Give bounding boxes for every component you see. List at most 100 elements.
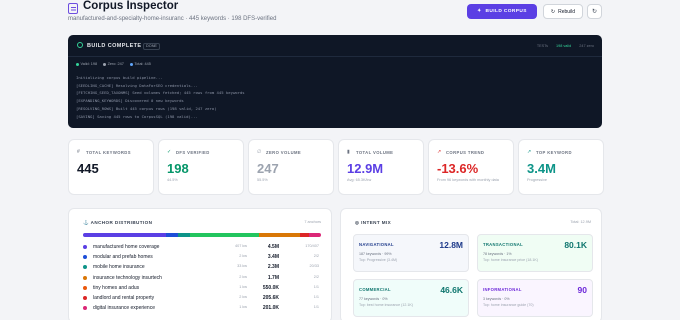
panel-title: ◎ INTENT MIX [355, 220, 392, 225]
build-corpus-button[interactable]: ✦ BUILD CORPUS [467, 4, 537, 19]
kpi-sub: 44.5% [167, 178, 178, 182]
empty-set-icon: ∅ [257, 149, 262, 155]
stat-valid: 198 valid [556, 44, 572, 48]
check-icon: ✓ [167, 149, 172, 155]
page-title: Corpus Inspector [83, 0, 179, 12]
bar-chart-icon: ▮ [347, 149, 350, 155]
intent-value: 12.8M [439, 240, 463, 250]
anchor-row[interactable]: digital insurance experience 1 kw 201.0K 1/… [83, 304, 321, 313]
rebuild-button[interactable]: ↻ Rebuild [543, 4, 583, 19]
anchor-name: modular and prefab homes [93, 254, 153, 261]
anchor-name: landlord and rental property [93, 295, 155, 301]
trend-icon: ↗ [527, 149, 532, 155]
intent-mix-panel: ◎ INTENT MIX Total: 12.9M NAVIGATIONAL 1… [340, 208, 602, 320]
anchor-name: mobile home insurance [93, 264, 145, 271]
anchor-keyword-count: 1 kw [239, 305, 247, 310]
intent-label: TRANSACTIONAL [483, 242, 523, 247]
intent-top: Top: home insurance price (18.1K) [483, 258, 538, 262]
legend-zero: Zero: 247 [103, 62, 124, 66]
terminal-legend: Valid: 198 Zero: 247 Total: 445 [76, 62, 151, 66]
anchor-name: digital insurance experience [93, 305, 155, 312]
intent-top: Top: home insurance guide (70) [483, 303, 534, 307]
stat-tests: TESTs [536, 44, 549, 48]
kpi-dfs-verified: ✓ DFS VERIFIED 198 44.5% [158, 139, 244, 195]
intent-count: 187 keywords · 99% [359, 252, 392, 256]
anchor-volume: 1.7M [267, 274, 279, 281]
status-badge: DONE [143, 42, 160, 50]
log-line: [FETCHING_SEED_TAXONMS] Seed volumes fet… [76, 90, 245, 96]
kpi-total-keywords: # TOTAL KEYWORDS 445 [68, 139, 154, 195]
document-icon [68, 3, 78, 14]
kpi-label: TOTAL VOLUME [356, 150, 394, 155]
anchor-name: manufactured home coverage [93, 244, 160, 250]
build-log-terminal: BUILD COMPLETE DONE TESTs 198 valid 247 … [68, 35, 602, 128]
kpi-value: 247 [257, 161, 279, 176]
anchor-ratio: 170/407 [305, 244, 319, 248]
anchor-volume: 2.3M [267, 264, 279, 271]
intent-card-informational[interactable]: INFORMATIONAL 90 3 keywords · 0% Top: ho… [477, 279, 593, 317]
log-output: Initializing corpus build pipeline... [S… [76, 74, 594, 120]
anchor-ratio: 1/1 [313, 284, 319, 289]
kpi-label: ZERO VOLUME [266, 150, 302, 155]
anchor-color-dot [83, 255, 87, 260]
intent-count: 78 keywords · 1% [483, 252, 512, 256]
anchor-ratio: 2/2 [313, 254, 319, 259]
intent-value: 46.6K [440, 285, 463, 295]
kpi-label: DFS VERIFIED [176, 150, 210, 155]
anchor-color-dot [83, 306, 87, 311]
intent-count: 77 keywords · 0% [359, 297, 388, 301]
intent-label: COMMERCIAL [359, 287, 391, 292]
anchor-color-dot [83, 245, 87, 249]
panel-meta: Total: 12.9M [570, 220, 591, 224]
intent-value: 80.1K [564, 240, 587, 250]
kpi-zero-volume: ∅ ZERO VOLUME 247 55.5% [248, 139, 334, 195]
anchor-row[interactable]: mobile home insurance 33 kw 2.3M 20/33 [83, 263, 321, 272]
anchor-name: tiny homes and adus [93, 284, 140, 291]
anchor-bar-segment [190, 233, 260, 237]
anchor-row[interactable]: insurance technology insurtech 2 kw 1.7M 2/… [83, 274, 321, 283]
anchor-bar-segment [299, 233, 310, 237]
intent-card-commercial[interactable]: COMMERCIAL 46.6K 77 keywords · 0% Top: b… [353, 279, 469, 317]
kpi-total-volume: ▮ TOTAL VOLUME 12.9M Avg: 65.3K/kw [338, 139, 424, 195]
anchor-row[interactable]: modular and prefab homes 2 kw 3.4M 2/2 [83, 253, 321, 262]
anchor-volume: 3.4M [267, 254, 279, 261]
intent-card-navigational[interactable]: NAVIGATIONAL 12.8M 187 keywords · 99% To… [353, 234, 469, 272]
anchor-ratio: 20/33 [309, 264, 319, 269]
anchor-volume: 205.6K [262, 295, 279, 301]
intent-card-transactional[interactable]: TRANSACTIONAL 80.1K 78 keywords · 1% Top… [477, 234, 593, 272]
anchor-keyword-count: 2 kw [239, 274, 247, 279]
anchor-row[interactable]: manufactured home coverage 407 kw 4.5M 170/… [83, 243, 321, 252]
kpi-sub: From 96 keywords with monthly data [437, 178, 499, 182]
terminal-stats: TESTs 198 valid 247 zero [537, 44, 594, 48]
kpi-value: 12.9M [347, 161, 384, 176]
anchor-color-dot [83, 265, 87, 270]
kpi-sub: Avg: 65.3K/kw [347, 178, 372, 182]
stat-zero: 247 zero [579, 44, 594, 48]
intent-label: INFORMATIONAL [483, 287, 522, 292]
anchor-bar-segment [166, 233, 179, 237]
legend-valid: Valid: 198 [76, 62, 97, 66]
anchor-bar-segment [178, 233, 191, 237]
anchor-bar-segment [259, 233, 300, 237]
anchor-ratio: 2/2 [313, 274, 319, 279]
reload-icon: ↻ [591, 9, 598, 15]
kpi-value: 198 [167, 161, 189, 176]
page-subtitle: manufactured-and-specialty-home-insuranc… [68, 16, 277, 22]
anchor-keyword-count: 407 kw [234, 244, 247, 248]
intent-count: 3 keywords · 0% [483, 297, 510, 301]
anchor-volume: 201.0K [262, 305, 279, 312]
kpi-value: 3.4M [527, 161, 556, 176]
anchor-color-dot [83, 285, 87, 290]
anchor-row[interactable]: landlord and rental property 2 kw 205.6K 1/… [83, 294, 321, 303]
intent-value: 90 [577, 285, 587, 295]
reload-icon-button[interactable]: ↻ [587, 4, 602, 19]
panel-meta: 7 anchors [304, 220, 321, 224]
sparkle-icon: ✦ [477, 9, 482, 14]
anchor-color-dot [83, 275, 87, 280]
anchor-bar-segment [309, 233, 321, 237]
anchor-distribution-panel: ⚓ ANCHOR DISTRIBUTION 7 anchors manufact… [68, 208, 332, 320]
anchor-keyword-count: 33 kw [237, 264, 247, 269]
kpi-value: 445 [77, 161, 99, 176]
anchor-row[interactable]: tiny homes and adus 1 kw 550.0K 1/1 [83, 284, 321, 293]
hash-icon: # [77, 149, 80, 155]
